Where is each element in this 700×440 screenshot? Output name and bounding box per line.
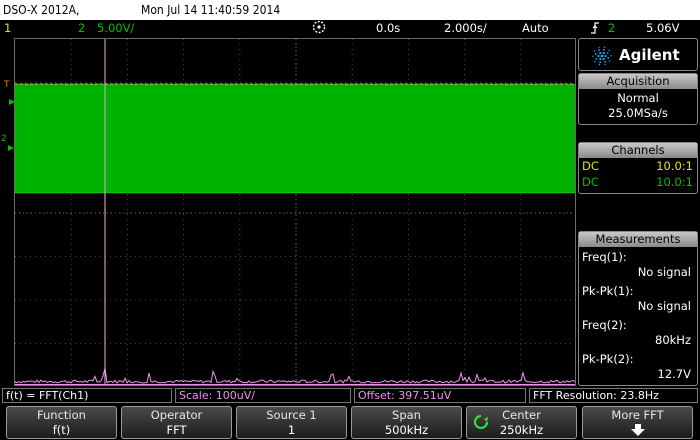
channel-coupling: DC — [582, 159, 599, 173]
info-strip: f(t) = FFT(Ch1) Scale: 100uV/ Offset: 39… — [0, 388, 700, 404]
measurement-label: Pk-Pk(2): — [582, 352, 634, 366]
trigger-channel: 2 — [608, 21, 616, 35]
measurement-value: 12.7V — [657, 367, 691, 381]
trigger-mode: Auto — [522, 21, 549, 35]
waveform-display[interactable] — [14, 38, 576, 386]
agilent-spark-icon — [592, 46, 612, 70]
acquisition-box[interactable]: Acquisition Normal 25.0MSa/s — [578, 73, 698, 125]
trigger-level-marker: T — [4, 80, 10, 90]
softkey-label: Operator — [150, 408, 203, 422]
channels-box[interactable]: Channels DC 10.0:1 DC 10.0:1 — [578, 142, 698, 194]
measurements-title: Measurements — [579, 232, 697, 247]
math-function-label: f(t) = FFT(Ch1) — [2, 388, 172, 403]
math-offset-label: Offset: 397.51uV — [354, 388, 526, 403]
measurement-value: 80kHz — [655, 333, 691, 347]
time-base: 2.000s/ — [444, 21, 487, 35]
status-row: 1 2 5.00V/ 0.0s 2.000s/ Auto 2 5.06V — [0, 20, 700, 37]
measurement-label: Freq(2): — [582, 318, 627, 332]
measurement-label: Freq(1): — [582, 250, 627, 264]
graticule — [15, 39, 575, 385]
ch1-number[interactable]: 1 — [4, 21, 11, 35]
brand-box: Agilent — [578, 38, 698, 71]
acquisition-rate: 25.0MSa/s — [608, 106, 668, 120]
channel-probe: 10.0:1 — [656, 159, 693, 173]
channels-title: Channels — [579, 143, 697, 158]
down-arrow-icon — [583, 424, 692, 440]
ch2-ground-marker: 2 — [1, 134, 7, 144]
math-scale-label: Scale: 100uV/ — [175, 388, 351, 403]
measurements-box[interactable]: Measurements Freq(1): No signal Pk-Pk(1): N… — [578, 231, 698, 386]
acquisition-title: Acquisition — [579, 74, 697, 89]
fft-resolution-label: FFT Resolution: 23.8Hz — [529, 388, 698, 403]
channel-row: DC 10.0:1 — [579, 159, 697, 175]
center-softkey[interactable]: Center 250kHz — [466, 406, 577, 439]
softkey-value: 500kHz — [384, 423, 429, 437]
time-delay: 0.0s — [376, 21, 401, 35]
softkey-label: Source 1 — [266, 408, 317, 422]
trigger-edge-icon — [590, 22, 600, 37]
operator-softkey[interactable]: Operator FFT — [121, 406, 232, 439]
ch2-scale: 5.00V/ — [97, 21, 135, 35]
ch2-number[interactable]: 2 — [78, 21, 85, 35]
measurement-label: Pk-Pk(1): — [582, 284, 634, 298]
measurement-value: No signal — [637, 265, 691, 279]
acquisition-mode: Normal — [617, 91, 659, 105]
more-fft-softkey[interactable]: More FFT — [582, 406, 693, 439]
softkey-label: More FFT — [611, 408, 664, 422]
title-bar: DSO-X 2012A, Mon Jul 14 11:40:59 2014 — [0, 0, 700, 20]
datetime-label: Mon Jul 14 11:40:59 2014 — [141, 3, 281, 17]
ch2-waveform-band — [15, 84, 575, 193]
span-softkey[interactable]: Span 500kHz — [351, 406, 462, 439]
source-softkey[interactable]: Source 1 1 — [236, 406, 347, 439]
softkey-label: Span — [392, 408, 421, 422]
horizontal-knob-icon — [312, 20, 326, 37]
softkey-value: f(t) — [52, 423, 71, 437]
channel-probe: 10.0:1 — [656, 175, 693, 189]
measurement-value: No signal — [637, 299, 691, 313]
function-softkey[interactable]: Function f(t) — [6, 406, 117, 439]
brand-name: Agilent — [619, 46, 680, 64]
softkey-label: Function — [37, 408, 86, 422]
softkey-value: FFT — [166, 423, 187, 437]
softkey-value: 1 — [287, 423, 296, 437]
side-panel: Agilent Acquisition Normal 25.0MSa/s Cha… — [578, 38, 700, 386]
model-label: DSO-X 2012A, — [3, 3, 80, 17]
channel-row: DC 10.0:1 — [579, 175, 697, 191]
channel-coupling: DC — [582, 175, 599, 189]
entry-knob-icon — [473, 414, 489, 434]
trigger-level: 5.06V — [646, 21, 680, 35]
softkey-bar: Function f(t) Operator FFT Source 1 1 Sp… — [0, 405, 700, 440]
